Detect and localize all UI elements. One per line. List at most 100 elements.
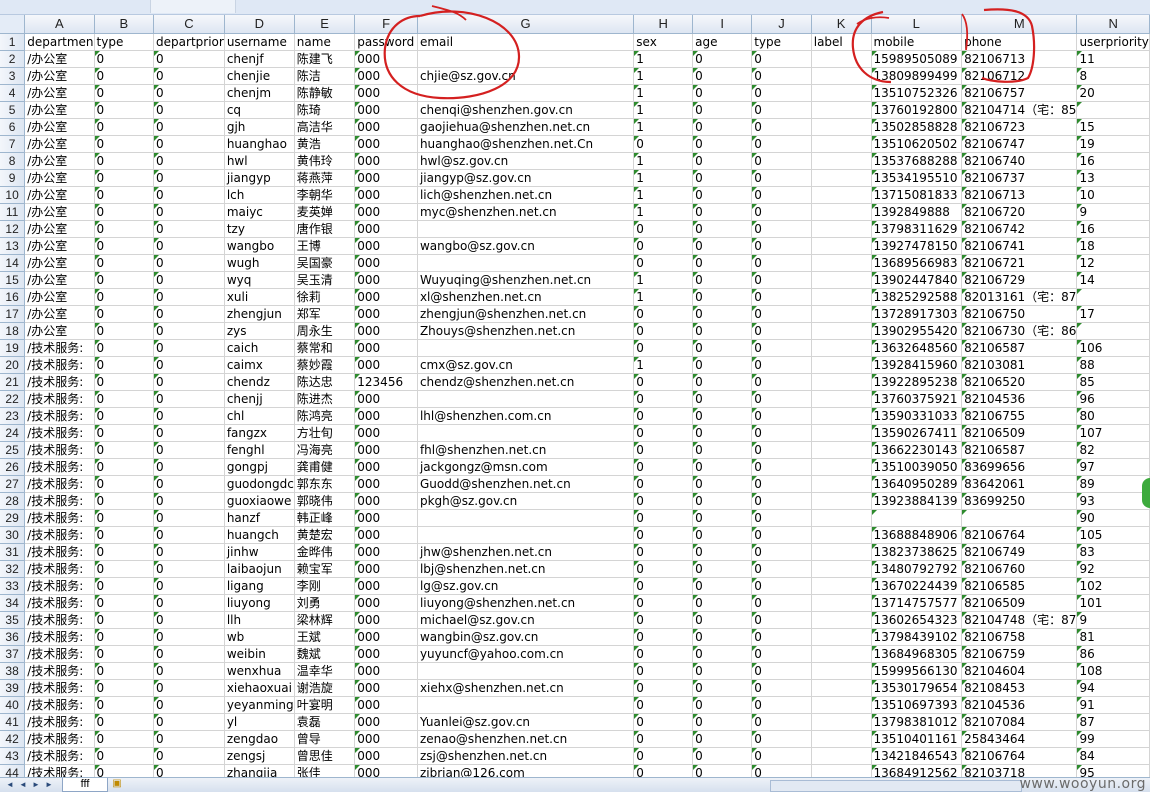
cell[interactable]: michael@sz.gov.cn xyxy=(417,611,635,629)
cell[interactable]: 82106758 xyxy=(961,628,1078,646)
cell[interactable]: 0 xyxy=(692,152,753,170)
cell[interactable] xyxy=(811,254,872,272)
cell[interactable]: 0 xyxy=(153,390,225,408)
cell[interactable] xyxy=(1076,101,1150,119)
cell[interactable]: 13 xyxy=(1076,169,1150,187)
cell[interactable]: name xyxy=(294,33,356,51)
row-number[interactable]: 8 xyxy=(0,152,26,170)
cell[interactable]: 13510697393 xyxy=(871,696,963,714)
cell[interactable]: 82106741 xyxy=(961,237,1078,255)
cell[interactable]: 000 xyxy=(354,220,418,238)
cell[interactable]: 0 xyxy=(94,407,155,425)
cell[interactable]: 82106713 xyxy=(961,186,1078,204)
sheet-tab[interactable]: fff xyxy=(62,778,108,792)
cell[interactable]: 82106764 xyxy=(961,526,1078,544)
cell[interactable] xyxy=(811,373,872,391)
cell[interactable]: 0 xyxy=(94,645,155,663)
cell[interactable] xyxy=(811,696,872,714)
cell[interactable]: 0 xyxy=(751,203,812,221)
cell[interactable]: 0 xyxy=(153,84,225,102)
cell[interactable] xyxy=(811,662,872,680)
cell[interactable]: 0 xyxy=(692,492,753,510)
cell[interactable]: 0 xyxy=(153,67,225,85)
row-number[interactable]: 34 xyxy=(0,594,26,612)
cell[interactable]: 0 xyxy=(751,152,812,170)
cell[interactable]: 82 xyxy=(1076,441,1150,459)
cell[interactable]: 0 xyxy=(692,424,753,442)
cell[interactable]: 13760375921 xyxy=(871,390,963,408)
cell[interactable]: 0 xyxy=(633,560,694,578)
cell[interactable]: huanghao@shenzhen.net.Cn xyxy=(417,135,635,153)
cell[interactable] xyxy=(811,339,872,357)
cell[interactable]: 000 xyxy=(354,747,418,765)
cell[interactable]: 0 xyxy=(751,628,812,646)
row-number[interactable]: 35 xyxy=(0,611,26,629)
cell[interactable]: 82106755 xyxy=(961,407,1078,425)
cell[interactable]: 0 xyxy=(94,611,155,629)
cell[interactable]: 000 xyxy=(354,730,418,748)
cell[interactable]: huanghao xyxy=(224,135,295,153)
cell[interactable]: 1 xyxy=(633,101,694,119)
cell[interactable]: 14 xyxy=(1076,271,1150,289)
cell[interactable]: 93 xyxy=(1076,492,1150,510)
cell[interactable]: 000 xyxy=(354,322,418,340)
cell[interactable] xyxy=(417,424,635,442)
cell[interactable]: /技术服务: xyxy=(24,594,95,612)
cell[interactable]: 0 xyxy=(751,407,812,425)
cell[interactable]: 82106730（宅：86 xyxy=(961,322,1078,340)
cell[interactable]: 陈进杰 xyxy=(294,390,356,408)
cell[interactable]: Zhouys@shenzhen.net.cn xyxy=(417,322,635,340)
cell[interactable] xyxy=(811,84,872,102)
cell[interactable]: /办公室 xyxy=(24,101,95,119)
cell[interactable]: 0 xyxy=(751,356,812,374)
cell[interactable]: 82106520 xyxy=(961,373,1078,391)
cell[interactable]: 高洁华 xyxy=(294,118,356,136)
cell[interactable]: /办公室 xyxy=(24,186,95,204)
cell[interactable] xyxy=(811,730,872,748)
cell[interactable]: 0 xyxy=(692,101,753,119)
column-header[interactable]: J xyxy=(751,15,812,34)
cell[interactable]: /办公室 xyxy=(24,203,95,221)
horizontal-scrollbar[interactable] xyxy=(770,780,1022,792)
cell[interactable]: 0 xyxy=(94,186,155,204)
cell[interactable]: 0 xyxy=(153,203,225,221)
cell[interactable]: 李朝华 xyxy=(294,186,356,204)
cell[interactable] xyxy=(417,339,635,357)
cell[interactable]: 000 xyxy=(354,271,418,289)
cell[interactable]: 0 xyxy=(153,458,225,476)
cell[interactable]: 82106509 xyxy=(961,424,1078,442)
cell[interactable]: 0 xyxy=(692,220,753,238)
cell[interactable]: 16 xyxy=(1076,220,1150,238)
cell[interactable]: 0 xyxy=(751,475,812,493)
cell[interactable]: cmx@sz.gov.cn xyxy=(417,356,635,374)
cell[interactable]: 0 xyxy=(633,611,694,629)
cell[interactable]: 0 xyxy=(94,254,155,272)
row-number[interactable]: 23 xyxy=(0,407,26,425)
cell[interactable]: 0 xyxy=(94,84,155,102)
cell[interactable]: 0 xyxy=(692,628,753,646)
cell[interactable]: type xyxy=(94,33,155,51)
cell[interactable]: 0 xyxy=(94,679,155,697)
cell[interactable]: 0 xyxy=(94,237,155,255)
cell[interactable]: 0 xyxy=(94,339,155,357)
cell[interactable]: 曾思佳 xyxy=(294,747,356,765)
cell[interactable]: 000 xyxy=(354,560,418,578)
cell[interactable]: yeyanming xyxy=(224,696,295,714)
cell[interactable]: 13530179654 xyxy=(871,679,963,697)
cell[interactable]: 84 xyxy=(1076,747,1150,765)
cell[interactable]: 000 xyxy=(354,407,418,425)
cell[interactable]: /办公室 xyxy=(24,135,95,153)
cell[interactable]: 92 xyxy=(1076,560,1150,578)
cell[interactable]: 19 xyxy=(1076,135,1150,153)
cell[interactable]: 000 xyxy=(354,679,418,697)
cell[interactable]: 0 xyxy=(153,322,225,340)
cell[interactable]: 0 xyxy=(751,67,812,85)
cell[interactable]: 蔡妙霞 xyxy=(294,356,356,374)
cell[interactable]: 0 xyxy=(692,322,753,340)
cell[interactable]: cq xyxy=(224,101,295,119)
cell[interactable]: 0 xyxy=(751,645,812,663)
cell[interactable]: 82106749 xyxy=(961,543,1078,561)
cell[interactable]: 0 xyxy=(692,288,753,306)
cell[interactable]: /办公室 xyxy=(24,305,95,323)
cell[interactable]: 0 xyxy=(153,594,225,612)
